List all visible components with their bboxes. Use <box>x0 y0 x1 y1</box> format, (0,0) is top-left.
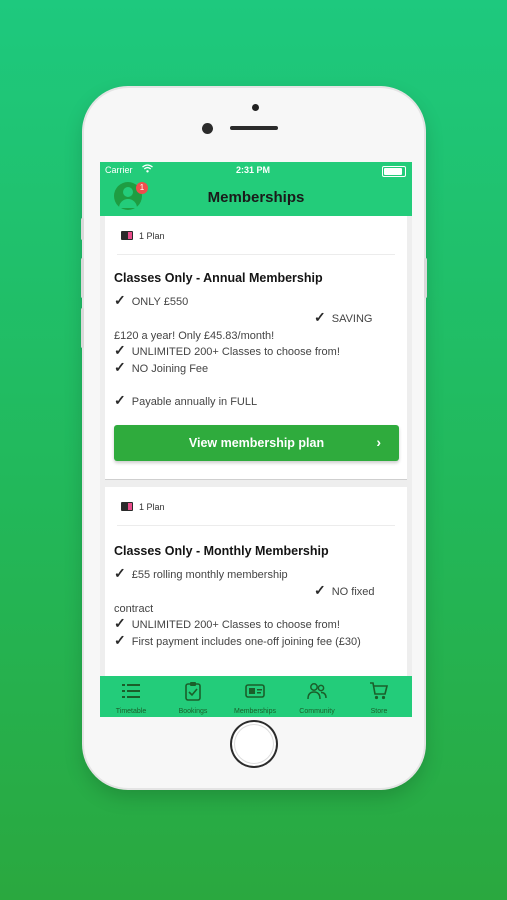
people-icon <box>307 683 327 700</box>
phone-frame: Carrier 2:31 PM 1 Memberships 1 Plan Cla… <box>81 88 427 788</box>
page-title: Memberships <box>207 189 305 206</box>
power-button <box>424 258 427 298</box>
benefit-line: ✓ Payable annually in FULL <box>114 392 257 409</box>
cart-icon <box>370 682 389 700</box>
tab-bookings[interactable]: Bookings <box>162 676 224 717</box>
benefit-text: contract <box>114 603 154 615</box>
plan-count-tag: 1 Plan <box>121 231 165 241</box>
checkmark-icon: ✓ <box>114 392 126 408</box>
benefit-line: ✓ £55 rolling monthly membership <box>114 565 288 582</box>
card-divider <box>117 525 395 526</box>
tab-label: Timetable <box>115 708 147 715</box>
plan-count-tag: 1 Plan <box>121 502 165 512</box>
membership-card-monthly[interactable]: 1 Plan Classes Only - Monthly Membership… <box>105 487 407 676</box>
plan-count-label: 1 Plan <box>139 231 165 241</box>
mute-switch <box>81 218 84 240</box>
plan-count-label: 1 Plan <box>139 502 165 512</box>
tab-label: Community <box>299 708 335 715</box>
benefit-line: ✓ First payment includes one-off joining … <box>114 632 361 649</box>
tab-timetable[interactable]: Timetable <box>100 676 162 717</box>
tab-label: Memberships <box>233 708 276 715</box>
benefit-line: ✓ ONLY £550 <box>114 292 188 309</box>
tab-memberships[interactable]: Memberships <box>224 676 286 717</box>
volume-down-button <box>81 308 84 348</box>
checkmark-icon: ✓ <box>114 342 126 358</box>
top-nav-bar: 1 Memberships <box>100 178 412 216</box>
battery-icon <box>382 166 406 177</box>
tab-label: Bookings <box>178 708 208 715</box>
checkmark-icon: ✓ <box>114 565 126 581</box>
status-bar: Carrier 2:31 PM <box>100 162 412 178</box>
membership-card-icon <box>121 231 133 240</box>
benefit-line: ✓ SAVING <box>314 309 373 326</box>
bottom-tab-bar: Timetable Bookings Memberships Community <box>100 676 412 717</box>
earpiece-speaker <box>230 126 278 130</box>
app-screen: Carrier 2:31 PM 1 Memberships 1 Plan Cla… <box>100 162 412 717</box>
benefit-text: UNLIMITED 200+ Classes to choose from! <box>131 346 340 358</box>
benefit-text: £120 a year! Only £45.83/month! <box>114 330 275 342</box>
front-camera <box>202 123 213 134</box>
benefit-text: NO fixed <box>331 586 375 598</box>
card-divider <box>117 254 395 255</box>
benefit-text: Payable annually in FULL <box>131 396 258 408</box>
membership-title: Classes Only - Annual Membership <box>114 271 323 285</box>
status-time: 2:31 PM <box>236 165 271 175</box>
checkmark-icon: ✓ <box>114 292 126 308</box>
view-membership-plan-button[interactable]: View membership plan › <box>114 425 399 461</box>
benefit-text: SAVING <box>331 313 373 325</box>
tab-store[interactable]: Store <box>348 676 410 717</box>
membership-card-annual[interactable]: 1 Plan Classes Only - Annual Membership … <box>105 216 407 480</box>
benefit-line: contract <box>114 603 153 615</box>
checkmark-icon: ✓ <box>114 615 126 631</box>
membership-title: Classes Only - Monthly Membership <box>114 544 329 558</box>
benefit-line: £120 a year! Only £45.83/month! <box>114 330 274 342</box>
checkmark-icon: ✓ <box>114 359 126 375</box>
memberships-list[interactable]: 1 Plan Classes Only - Annual Membership … <box>100 216 412 676</box>
volume-up-button <box>81 258 84 298</box>
benefit-line: ✓ NO Joining Fee <box>114 359 208 376</box>
benefit-text: First payment includes one-off joining f… <box>131 636 361 648</box>
tab-label: Store <box>370 708 388 715</box>
benefit-text: £55 rolling monthly membership <box>131 569 288 581</box>
chevron-right-icon: › <box>376 434 381 450</box>
wifi-icon <box>142 164 153 175</box>
checkmark-icon: ✓ <box>314 582 326 598</box>
benefit-text: ONLY £550 <box>131 296 189 308</box>
benefit-text: UNLIMITED 200+ Classes to choose from! <box>131 619 340 631</box>
button-label: View membership plan <box>188 436 325 450</box>
benefit-line: ✓ UNLIMITED 200+ Classes to choose from! <box>114 342 340 359</box>
benefit-line: ✓ UNLIMITED 200+ Classes to choose from! <box>114 615 340 632</box>
checkmark-icon: ✓ <box>114 632 126 648</box>
clipboard-check-icon <box>185 682 201 701</box>
membership-card-icon <box>245 684 265 698</box>
list-icon <box>122 684 140 698</box>
tab-community[interactable]: Community <box>286 676 348 717</box>
benefit-text: NO Joining Fee <box>131 363 209 375</box>
checkmark-icon: ✓ <box>314 309 326 325</box>
membership-card-icon <box>121 502 133 511</box>
carrier-label: Carrier <box>105 165 133 175</box>
sensor-dot <box>252 104 259 111</box>
home-button[interactable] <box>230 720 278 768</box>
benefit-line: ✓ NO fixed <box>314 582 375 599</box>
